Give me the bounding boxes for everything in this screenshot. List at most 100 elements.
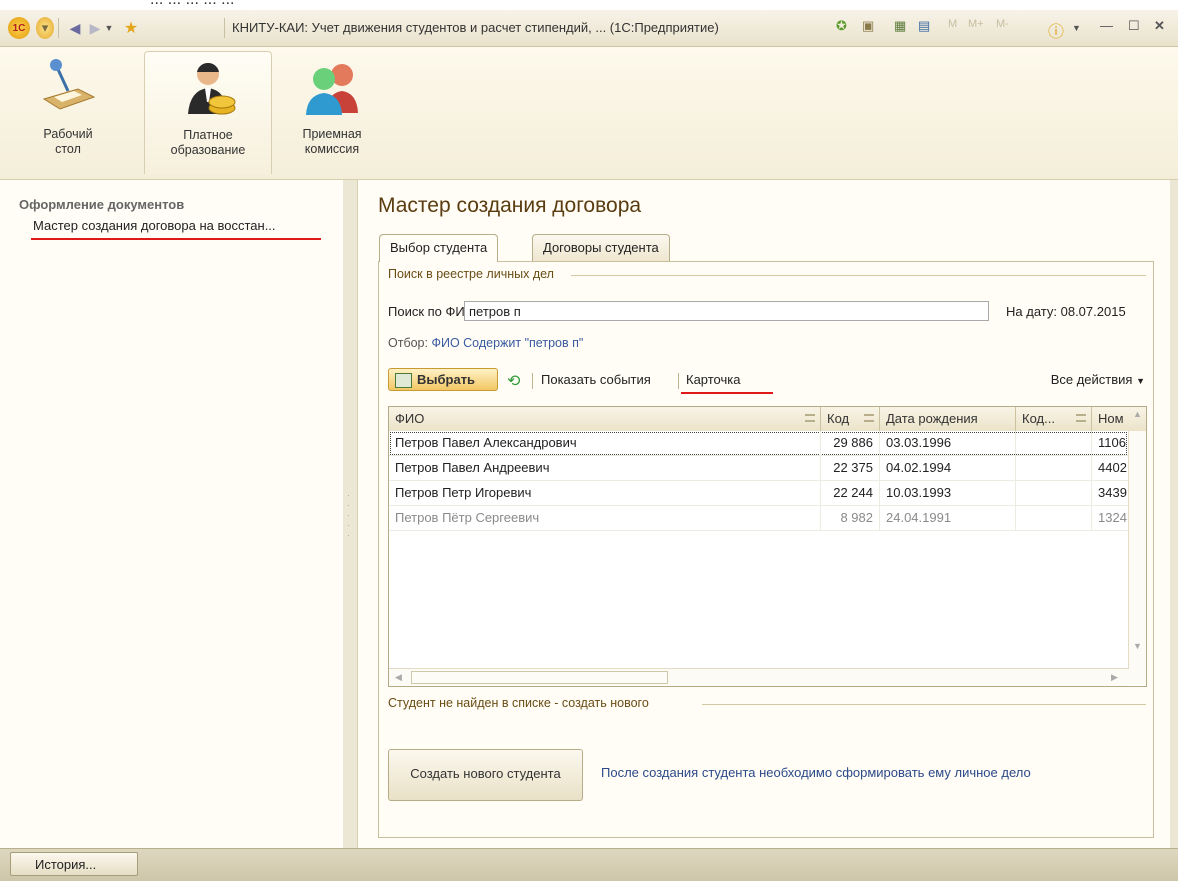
contract-wizard-form: Мастер создания договора Выбор студента … xyxy=(357,180,1170,848)
search-input[interactable] xyxy=(464,301,989,321)
navigation-panel: Оформление документов Мастер создания до… xyxy=(0,180,344,848)
tab-student-contracts[interactable]: Договоры студента xyxy=(532,234,670,261)
filter-line: Отбор: ФИО Содержит "петров п" xyxy=(388,336,583,350)
top-caption-strip: ... ... ... ... ... xyxy=(0,0,1178,10)
red-underline-annotation xyxy=(31,238,321,240)
section-desktop-label: Рабочий стол xyxy=(43,127,93,156)
scroll-left-icon[interactable]: ◀ xyxy=(395,672,402,683)
memory-mminus-icon[interactable]: M- xyxy=(996,18,1009,30)
select-icon xyxy=(395,373,412,388)
memory-mplus-icon[interactable]: M+ xyxy=(968,18,984,30)
calendar-icon[interactable]: ▤ xyxy=(918,18,930,34)
card-button[interactable]: Карточка xyxy=(686,372,740,387)
column-header-code2[interactable]: Код... xyxy=(1016,407,1092,431)
nav-link-contract-wizard[interactable]: Мастер создания договора на восстан... xyxy=(33,218,276,233)
cell-code2 xyxy=(1016,481,1092,505)
cell-birth-date: 24.04.1991 xyxy=(880,506,1016,530)
cell-code2 xyxy=(1016,431,1092,455)
window-title: КНИТУ-КАИ: Учет движения студентов и рас… xyxy=(232,20,719,35)
cell-fio: Петров Пётр Сергеевич xyxy=(389,506,821,530)
vertical-scrollbar[interactable]: ▲ ▼ xyxy=(1128,409,1146,685)
title-bar: 1С ▾ ◀ ▶ ▼ ★ КНИТУ-КАИ: Учет движения ст… xyxy=(0,10,1178,47)
cell-code2 xyxy=(1016,456,1092,480)
close-icon[interactable]: ✕ xyxy=(1154,18,1165,34)
section-admission-label: Приемная комиссия xyxy=(302,127,362,156)
tab-page-select-student: Поиск в реестре личных дел Поиск по ФИО:… xyxy=(378,261,1154,838)
cell-code: 22 244 xyxy=(821,481,880,505)
refresh-icon[interactable]: ⟲ xyxy=(507,371,520,391)
horizontal-scrollbar[interactable]: ◀ ▶ xyxy=(389,668,1129,686)
section-paid-education[interactable]: Платное образование xyxy=(144,51,272,174)
people-icon xyxy=(302,57,362,117)
cell-code2 xyxy=(1016,506,1092,530)
top-caption-text: ... ... ... ... ... xyxy=(150,0,234,9)
column-header-code[interactable]: Код xyxy=(821,407,880,431)
1c-logo-icon[interactable]: 1С xyxy=(8,17,30,39)
cell-code: 22 375 xyxy=(821,456,880,480)
main-menu-icon[interactable]: ▾ xyxy=(36,17,54,39)
column-header-birth-date[interactable]: Дата рождения xyxy=(880,407,1016,431)
command-divider xyxy=(678,373,679,389)
cell-number: 1324 xyxy=(1098,510,1127,525)
table-row[interactable]: Петров Павел Александрович 29 886 03.03.… xyxy=(389,431,1128,456)
table-row[interactable]: Петров Павел Андреевич 22 375 04.02.1994… xyxy=(389,456,1128,481)
splitter-grip: · · · · · xyxy=(347,490,350,540)
favorites-star-icon[interactable]: ★ xyxy=(122,17,140,39)
forward-arrow-icon[interactable]: ▶ xyxy=(88,17,102,39)
create-student-button[interactable]: Создать нового студента xyxy=(388,749,583,801)
scroll-up-icon[interactable]: ▲ xyxy=(1133,409,1142,419)
red-underline-annotation xyxy=(681,392,773,394)
chevron-down-icon: ▼ xyxy=(1136,376,1145,386)
group-divider xyxy=(702,704,1146,705)
select-button[interactable]: Выбрать xyxy=(388,368,498,391)
scroll-thumb[interactable] xyxy=(411,671,668,684)
cell-fio: Петров Петр Игоревич xyxy=(389,481,821,505)
cell-fio: Петров Павел Андреевич xyxy=(389,456,821,480)
history-button[interactable]: История... xyxy=(10,852,138,876)
desktop-lamp-icon xyxy=(38,57,98,117)
memory-m-icon[interactable]: M xyxy=(948,18,957,30)
students-table[interactable]: ФИО Код Дата рождения Код... Ном Петров … xyxy=(388,406,1147,687)
cell-number: 4402 xyxy=(1098,460,1127,475)
show-events-button[interactable]: Показать события xyxy=(541,372,651,387)
cell-fio: Петров Павел Александрович xyxy=(389,431,821,455)
scroll-down-icon[interactable]: ▼ xyxy=(1133,641,1142,651)
info-icon[interactable]: ⓘ xyxy=(1048,18,1064,42)
history-icon[interactable]: ▣ xyxy=(862,18,874,34)
all-actions-menu[interactable]: Все действия ▼ xyxy=(1051,372,1145,387)
cell-birth-date: 04.02.1994 xyxy=(880,456,1016,480)
table-row[interactable]: Петров Пётр Сергеевич 8 982 24.04.1991 1… xyxy=(389,506,1128,531)
filter-value[interactable]: ФИО Содержит "петров п" xyxy=(431,336,583,350)
businessman-coins-icon xyxy=(178,58,238,118)
back-arrow-icon[interactable]: ◀ xyxy=(66,17,84,39)
app-window: 1С ▾ ◀ ▶ ▼ ★ КНИТУ-КАИ: Учет движения ст… xyxy=(0,10,1178,881)
group-divider xyxy=(571,275,1146,276)
history-dropdown-icon[interactable]: ▼ xyxy=(104,17,114,39)
sort-icon xyxy=(1076,414,1086,422)
sort-icon xyxy=(864,414,874,422)
date-value: 08.07.2015 xyxy=(1060,304,1126,319)
sort-icon xyxy=(805,414,815,422)
cell-code: 8 982 xyxy=(821,506,880,530)
cell-birth-date: 10.03.1993 xyxy=(880,481,1016,505)
sections-panel: Рабочий стол Платное образование Приемна… xyxy=(0,47,1178,180)
scroll-right-icon[interactable]: ▶ xyxy=(1111,672,1118,683)
minimize-icon[interactable]: — xyxy=(1100,18,1113,33)
create-student-hint: После создания студента необходимо сформ… xyxy=(601,765,1031,780)
maximize-icon[interactable]: ☐ xyxy=(1128,18,1140,34)
section-admission[interactable]: Приемная комиссия xyxy=(286,51,378,173)
tab-select-student[interactable]: Выбор студента xyxy=(379,234,499,262)
section-desktop[interactable]: Рабочий стол xyxy=(20,51,116,173)
cell-code: 29 886 xyxy=(821,431,880,455)
column-header-number[interactable]: Ном xyxy=(1092,407,1128,431)
nav-group-heading: Оформление документов xyxy=(19,197,185,212)
add-favorite-icon[interactable]: ✪ xyxy=(836,18,847,34)
section-paid-education-label: Платное образование xyxy=(170,128,246,157)
table-row[interactable]: Петров Петр Игоревич 22 244 10.03.1993 3… xyxy=(389,481,1128,506)
toolbar-divider xyxy=(58,18,59,38)
calculator-icon[interactable]: ▦ xyxy=(894,18,906,34)
cell-number: 3439 xyxy=(1098,485,1127,500)
column-header-fio[interactable]: ФИО xyxy=(389,407,821,431)
info-dropdown-icon[interactable]: ▼ xyxy=(1072,23,1081,33)
panel-splitter[interactable] xyxy=(343,180,357,848)
